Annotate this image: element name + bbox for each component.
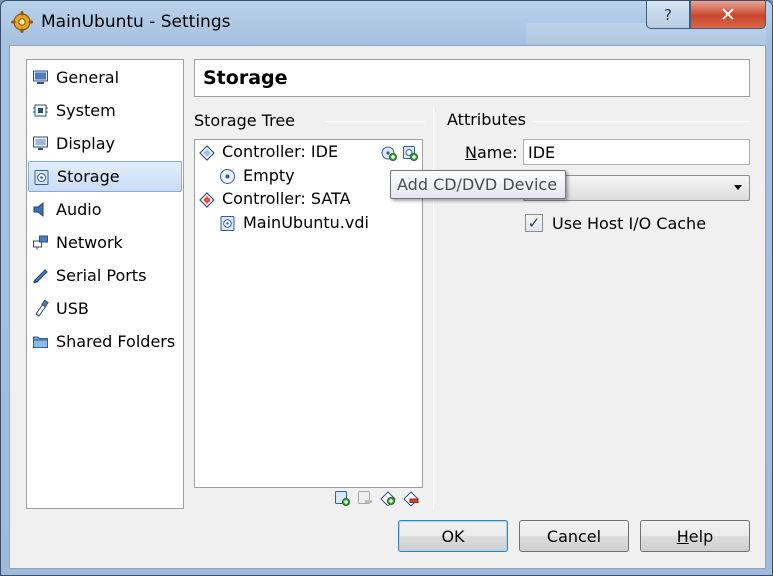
system-chip-icon	[33, 104, 48, 117]
group-divider	[532, 121, 750, 122]
add-attachment-icon[interactable]	[380, 490, 396, 506]
window-title: MainUbuntu - Settings	[41, 12, 231, 32]
general-icon	[33, 70, 48, 84]
nav-item-usb[interactable]: USB	[28, 293, 182, 324]
nav-item-storage[interactable]: Storage	[28, 161, 182, 192]
cancel-button-label: Cancel	[546, 526, 602, 546]
vertical-separator	[433, 108, 434, 509]
add-cd-dvd-tooltip: Add CD/DVD Device	[390, 170, 566, 199]
nav-item-display[interactable]: Display	[28, 128, 182, 159]
nav-item-audio[interactable]: Audio	[28, 194, 182, 225]
cancel-button[interactable]: Cancel	[519, 520, 629, 552]
tree-item-disk-vdi[interactable]: MainUbuntu.vdi	[219, 212, 409, 234]
remove-attachment-icon[interactable]	[357, 490, 373, 506]
folder-icon	[33, 336, 48, 348]
audio-speaker-icon	[33, 201, 44, 218]
page-title-box: Storage	[194, 59, 750, 97]
nav-item-label: Display	[56, 134, 115, 153]
page-title: Storage	[203, 67, 288, 89]
nav-item-serial-ports[interactable]: Serial Ports	[28, 260, 182, 291]
group-divider	[325, 121, 425, 122]
close-button[interactable]: ✕	[690, 1, 766, 29]
cd-disc-icon	[220, 169, 235, 184]
add-hard-disk-icon[interactable]	[402, 145, 418, 161]
hard-disk-icon	[220, 216, 235, 231]
storage-tree-label: Storage Tree	[194, 111, 296, 130]
dialog-client-area: General System Display Storage Audio Net…	[9, 45, 766, 569]
checkmark-icon: ✓	[527, 214, 541, 232]
settings-window: MainUbuntu - Settings ? ✕ General System…	[0, 0, 773, 576]
nav-item-label: Network	[56, 233, 123, 252]
nav-item-label: General	[56, 68, 120, 87]
add-cd-dvd-icon[interactable]	[381, 145, 397, 161]
tree-item-label: Controller: IDE	[222, 142, 339, 161]
nav-item-label: Storage	[57, 167, 120, 186]
title-bar[interactable]: MainUbuntu - Settings ? ✕	[1, 1, 772, 45]
controller-name-field[interactable]: IDE	[523, 139, 750, 165]
nav-item-label: USB	[56, 299, 89, 318]
tree-item-controller-ide[interactable]: Controller: IDE	[199, 141, 421, 163]
network-icon	[33, 235, 48, 250]
controller-name-value: IDE	[528, 143, 556, 162]
nav-item-label: Serial Ports	[56, 266, 147, 285]
tooltip-text: Add CD/DVD Device	[397, 175, 558, 194]
help-button[interactable]: Help	[640, 520, 750, 552]
help-button-label: elp	[688, 526, 714, 546]
nav-item-label: Shared Folders	[56, 332, 176, 351]
attributes-label: Attributes	[447, 110, 526, 129]
storage-tree[interactable]: Controller: IDE Empty Controller: SATA M…	[194, 139, 423, 488]
serial-port-icon	[33, 269, 48, 284]
remove-controller-icon[interactable]	[403, 490, 419, 506]
sata-controller-icon	[199, 192, 215, 208]
ide-controller-icon	[199, 145, 215, 161]
tree-item-label: MainUbuntu.vdi	[243, 213, 369, 232]
nav-item-label: Audio	[56, 200, 102, 219]
help-mnemonic: H	[676, 526, 689, 546]
nav-item-system[interactable]: System	[28, 95, 182, 126]
question-icon: ?	[664, 5, 672, 24]
nav-item-label: System	[56, 101, 116, 120]
settings-gear-icon	[11, 11, 33, 33]
tree-item-label: Controller: SATA	[222, 189, 351, 208]
dropdown-arrow-icon	[734, 185, 742, 190]
display-monitor-icon	[33, 136, 48, 150]
name-label-rest: ame:	[476, 143, 518, 162]
name-field-label: Name:	[465, 143, 518, 162]
tree-item-controller-sata[interactable]: Controller: SATA	[199, 188, 421, 210]
tree-item-empty-cd[interactable]: Empty	[219, 165, 409, 187]
nav-item-general[interactable]: General	[28, 62, 182, 93]
nav-item-network[interactable]: Network	[28, 227, 182, 258]
name-mnemonic: N	[465, 143, 477, 162]
help-caption-button[interactable]: ?	[646, 1, 690, 29]
use-host-io-cache-label[interactable]: Use Host I/O Cache	[552, 214, 706, 233]
usb-icon	[35, 300, 49, 317]
close-icon: ✕	[720, 3, 736, 26]
add-controller-icon[interactable]	[334, 490, 350, 506]
ok-button-label: OK	[441, 526, 465, 546]
use-host-io-cache-checkbox[interactable]: ✓	[525, 214, 543, 232]
nav-item-shared-folders[interactable]: Shared Folders	[28, 326, 182, 357]
storage-disk-icon	[34, 170, 49, 185]
settings-nav-list: General System Display Storage Audio Net…	[26, 59, 184, 509]
ok-button[interactable]: OK	[398, 520, 508, 552]
tree-item-label: Empty	[243, 166, 295, 185]
